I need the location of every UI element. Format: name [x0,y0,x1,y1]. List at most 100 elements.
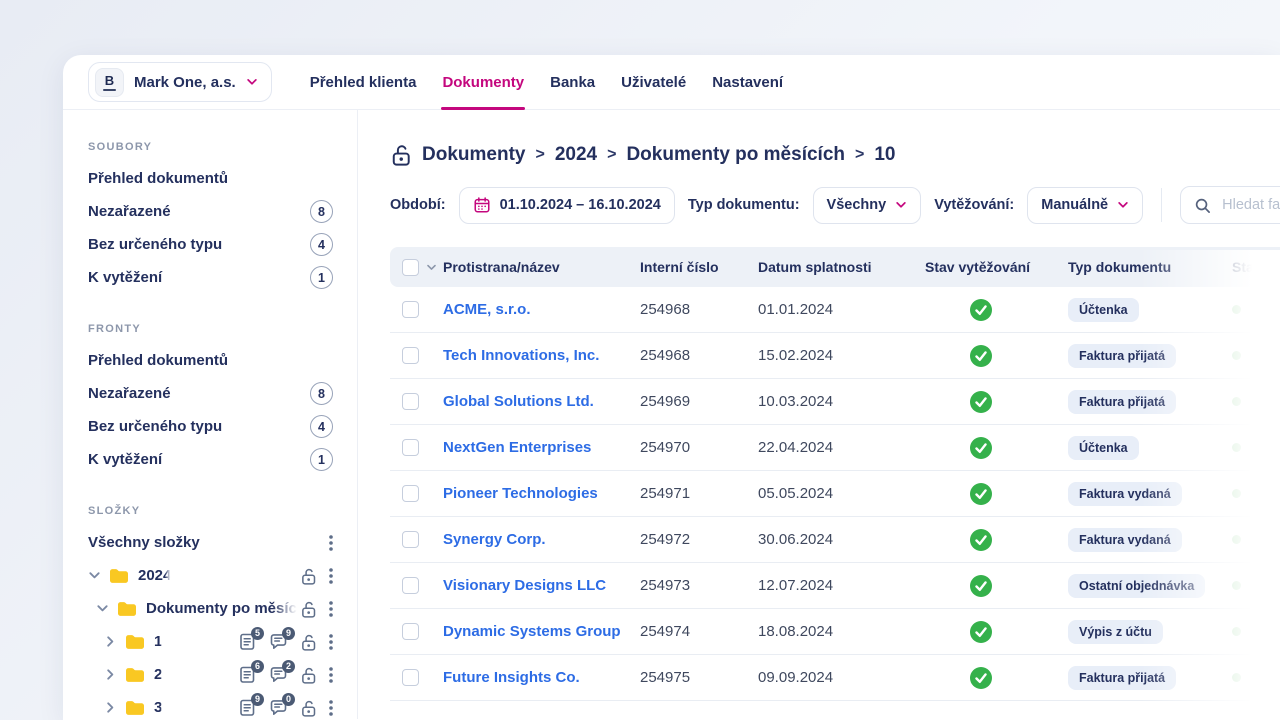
check-circle-icon [970,483,992,505]
document-type-value: Všechny [827,197,887,213]
chevron-right-icon[interactable] [104,667,119,682]
chevron-down-icon[interactable] [426,262,437,273]
document-link[interactable]: Global Solutions Ltd. [443,393,594,410]
item-label: Bez určeného typu [88,418,222,435]
document-link[interactable]: Synergy Corp. [443,531,546,548]
tab-nastaveni[interactable]: Nastavení [699,55,796,109]
column-header-stav-uhrady[interactable]: Stav úhrady [1232,259,1280,275]
row-checkbox[interactable] [402,393,419,410]
section-title-slozky: SLOŽKY [88,504,333,518]
column-header-interni-cislo[interactable]: Interní číslo [640,259,758,275]
column-header-typ-dokumentu[interactable]: Typ dokumentu [1068,259,1232,275]
column-header-protistrana[interactable]: Protistrana/název [443,259,640,275]
unlocked-icon[interactable] [300,600,317,618]
payment-status-label: Uhrazeno [1250,439,1280,456]
comment-count-badge: 9 [282,627,295,640]
document-link[interactable]: Visionary Designs LLC [443,577,606,594]
breadcrumb-dokumenty[interactable]: Dokumenty [422,144,525,166]
queues-item-nezarazene[interactable]: Nezařazené 8 [88,377,333,410]
tab-prehled-klienta[interactable]: Přehled klienta [297,55,430,109]
chevron-down-icon[interactable] [88,568,103,583]
item-label: Nezařazené [88,203,171,220]
count-badge: 1 [310,266,333,289]
kebab-menu-icon[interactable] [329,535,333,551]
unlocked-icon[interactable] [300,666,317,684]
comment-count-icon: 9 [269,632,288,651]
search-box[interactable] [1180,186,1280,224]
count-badge: 4 [310,415,333,438]
tab-dokumenty[interactable]: Dokumenty [429,55,537,109]
row-checkbox[interactable] [402,531,419,548]
unlocked-icon[interactable] [300,633,317,651]
select-all-checkbox[interactable] [402,259,419,276]
tab-banka[interactable]: Banka [537,55,608,109]
breadcrumb-dokumenty-po-mesicich[interactable]: Dokumenty po měsících [626,144,845,166]
unlocked-icon[interactable] [300,699,317,717]
row-checkbox[interactable] [402,577,419,594]
column-header-datum-splatnosti[interactable]: Datum splatnosti [758,259,925,275]
row-checkbox[interactable] [402,439,419,456]
queues-item-bez-urceneho-typu[interactable]: Bez určeného typu 4 [88,410,333,443]
row-checkbox[interactable] [402,347,419,364]
folder-row-1[interactable]: 1 5 9 [88,625,333,658]
folder-row-dokumenty-po-mesicich[interactable]: Dokumenty po měsících [88,592,333,625]
kebab-menu-icon[interactable] [329,634,333,650]
chevron-right-icon[interactable] [104,700,119,715]
document-link[interactable]: Tech Innovations, Inc. [443,347,599,364]
kebab-menu-icon[interactable] [329,568,333,584]
queues-item-k-vytezeni[interactable]: K vytěžení 1 [88,443,333,476]
document-link[interactable]: Dynamic Systems Group [443,623,621,640]
kebab-menu-icon[interactable] [329,667,333,683]
files-item-nezarazene[interactable]: Nezařazené 8 [88,195,333,228]
table-row: Global Solutions Ltd. 254969 10.03.2024 … [390,379,1280,425]
files-item-prehled-dokumentu[interactable]: Přehled dokumentů [88,162,333,195]
folder-row-3[interactable]: 3 9 0 [88,691,333,719]
payment-status: Uhrazeno [1232,439,1280,456]
due-date: 12.07.2024 [758,577,925,594]
row-checkbox[interactable] [402,623,419,640]
unlocked-icon[interactable] [300,567,317,585]
kebab-menu-icon[interactable] [329,601,333,617]
document-type-badge: Výpis z účtu [1068,620,1163,644]
count-badge: 4 [310,233,333,256]
row-checkbox[interactable] [402,669,419,686]
client-name: Mark One, a.s. [134,74,236,91]
all-folders-row[interactable]: Všechny složky [88,526,333,559]
breadcrumb-10[interactable]: 10 [874,144,895,166]
extraction-select[interactable]: Manuálně [1027,187,1143,224]
tab-uzivatele[interactable]: Uživatelé [608,55,699,109]
check-circle-icon [970,529,992,551]
sidebar-section-fronty: FRONTY Přehled dokumentů Nezařazené 8 Be… [88,322,333,476]
client-switcher[interactable]: B Mark One, a.s. [88,62,272,102]
document-link[interactable]: Future Insights Co. [443,669,580,686]
folder-label: 2 [154,666,162,683]
row-checkbox[interactable] [402,485,419,502]
kebab-menu-icon[interactable] [329,700,333,716]
document-link[interactable]: NextGen Enterprises [443,439,591,456]
folder-icon [124,666,145,683]
status-dot-icon [1232,535,1241,544]
chevron-down-icon[interactable] [96,601,111,616]
section-title-soubory: SOUBORY [88,140,333,154]
document-type-badge: Faktura přijatá [1068,344,1176,368]
files-item-k-vytezeni[interactable]: K vytěžení 1 [88,261,333,294]
chevron-right-icon[interactable] [104,634,119,649]
document-link[interactable]: Pioneer Technologies [443,485,598,502]
search-input[interactable] [1220,196,1280,214]
folder-row-2024[interactable]: 2024 [88,559,333,592]
column-header-stav-vytezovani[interactable]: Stav vytěžování [925,259,1068,275]
row-checkbox[interactable] [402,301,419,318]
date-range-button[interactable]: 01.10.2024 – 16.10.2024 [459,187,675,224]
queues-item-prehled-dokumentu[interactable]: Přehled dokumentů [88,344,333,377]
internal-number: 254975 [640,669,758,686]
table-row: ACME, s.r.o. 254968 01.01.2024 Účtenka U… [390,287,1280,333]
payment-status-label: Uhrazeno [1250,393,1280,410]
document-link[interactable]: ACME, s.r.o. [443,301,531,318]
unlocked-icon[interactable] [390,143,412,166]
folder-row-2[interactable]: 2 6 2 [88,658,333,691]
files-item-bez-urceneho-typu[interactable]: Bez určeného typu 4 [88,228,333,261]
chevron-down-icon [1117,199,1129,211]
sidebar-section-soubory: SOUBORY Přehled dokumentů Nezařazené 8 B… [88,140,333,294]
breadcrumb-2024[interactable]: 2024 [555,144,597,166]
document-type-select[interactable]: Všechny [813,187,922,224]
